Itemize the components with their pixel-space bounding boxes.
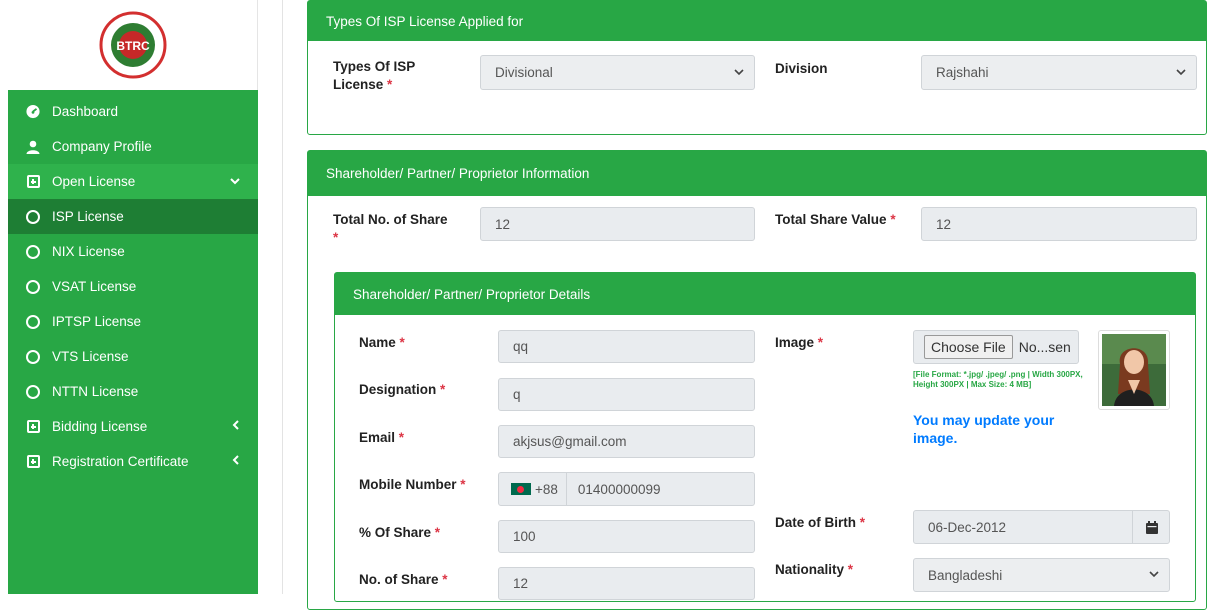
sidebar-item-label: ISP License (52, 209, 124, 224)
circle-icon (26, 384, 40, 399)
card-header: Shareholder/ Partner/ Proprietor Informa… (308, 151, 1206, 196)
sidebar-item-vsat-license[interactable]: VSAT License (8, 269, 258, 304)
sidebar-item-label: VTS License (52, 349, 129, 364)
circle-icon (26, 209, 40, 224)
email-label: Email * (359, 430, 405, 445)
isp-type-label: Types Of ISP License * (333, 59, 416, 92)
plus-square-icon (26, 175, 40, 189)
sidebar-item-open-license[interactable]: Open License (8, 164, 258, 199)
plus-square-icon (26, 455, 40, 469)
sidebar-item-label: Registration Certificate (52, 454, 189, 469)
country-code[interactable]: +88 (535, 482, 558, 497)
country-code-divider (566, 472, 567, 506)
nationality-label: Nationality * (775, 562, 854, 577)
share-percent-label: % Of Share * (359, 525, 441, 540)
chevron-left-icon (232, 420, 240, 433)
sidebar-item-company-profile[interactable]: Company Profile (8, 129, 258, 164)
sidebar-item-label: IPTSP License (52, 314, 142, 329)
update-image-note: You may update your image. (913, 412, 1055, 446)
plus-square-icon (26, 420, 40, 434)
total-share-label: Total No. of Share * (333, 212, 448, 245)
profile-photo-image (1102, 334, 1166, 406)
sidebar-item-label: VSAT License (52, 279, 137, 294)
chevron-down-icon (1149, 569, 1159, 581)
sidebar-item-isp-license[interactable]: ISP License (8, 199, 258, 234)
card-title: Shareholder/ Partner/ Proprietor Details (353, 286, 591, 302)
card-header: Types Of ISP License Applied for (308, 1, 1206, 41)
chevron-left-icon (232, 455, 240, 468)
image-label: Image * (775, 335, 824, 350)
nationality-select[interactable]: Bangladeshi (913, 558, 1170, 592)
circle-icon (26, 244, 40, 259)
sidebar-item-label: Company Profile (52, 139, 152, 154)
no-of-share-input[interactable]: 12 (498, 567, 755, 600)
btrc-logo: BTRC (99, 11, 166, 79)
sidebar-item-nix-license[interactable]: NIX License (8, 234, 258, 269)
total-share-value-input[interactable]: 12 (921, 207, 1197, 241)
bangladesh-flag-icon (511, 483, 531, 495)
profile-photo (1098, 330, 1170, 410)
circle-icon (26, 279, 40, 294)
sidebar-item-label: Bidding License (52, 419, 148, 434)
email-input[interactable]: akjsus@gmail.com (498, 425, 755, 458)
mobile-input[interactable]: +88 01400000099 (498, 472, 755, 506)
mobile-number: 01400000099 (577, 481, 661, 497)
sidebar-item-dashboard[interactable]: Dashboard (8, 94, 258, 129)
sidebar-item-label: Open License (52, 174, 136, 189)
user-icon (26, 140, 40, 154)
dob-label: Date of Birth * (775, 515, 866, 530)
logo-text: BTRC (116, 39, 150, 53)
calendar-icon[interactable] (1132, 510, 1170, 544)
no-of-share-label: No. of Share * (359, 572, 448, 587)
sidebar-item-nttn-license[interactable]: NTTN License (8, 374, 258, 409)
sidebar-item-bidding-license[interactable]: Bidding License (8, 409, 258, 444)
total-share-input[interactable]: 12 (480, 207, 755, 241)
dashboard-icon (26, 104, 40, 119)
mobile-label: Mobile Number * (359, 477, 466, 492)
file-name: No...sen (1018, 339, 1071, 355)
isp-type-select[interactable]: Divisional (480, 55, 755, 90)
card-title: Types Of ISP License Applied for (326, 13, 524, 29)
file-format-hint: [File Format: *.jpg/ .jpeg/ .png | Width… (913, 370, 1083, 389)
designation-label: Designation * (359, 382, 446, 397)
choose-file-button[interactable]: Choose File (924, 335, 1013, 359)
name-label: Name * (359, 335, 405, 350)
sidebar-item-label: NTTN License (52, 384, 139, 399)
content-divider (282, 0, 283, 594)
logo-area: BTRC (8, 0, 258, 90)
circle-icon (26, 349, 40, 364)
sidebar-item-label: NIX License (52, 244, 125, 259)
sidebar-item-iptsp-license[interactable]: IPTSP License (8, 304, 258, 339)
chevron-down-icon (734, 67, 744, 79)
total-share-value-label: Total Share Value * (775, 212, 896, 227)
chevron-down-icon (230, 176, 240, 188)
sidebar: BTRC Dashboard Company Profile Open Lice… (8, 0, 258, 594)
division-select[interactable]: Rajshahi (921, 55, 1197, 90)
circle-icon (26, 314, 40, 329)
share-percent-input[interactable]: 100 (498, 520, 755, 553)
name-input[interactable]: qq (498, 330, 755, 363)
division-label: Division (775, 61, 828, 76)
card-header: Shareholder/ Partner/ Proprietor Details (335, 273, 1195, 315)
sidebar-item-label: Dashboard (52, 104, 119, 119)
chevron-down-icon (1176, 67, 1186, 79)
sidebar-item-vts-license[interactable]: VTS License (8, 339, 258, 374)
image-file-input[interactable]: Choose File No...sen (913, 330, 1079, 364)
sidebar-item-registration-certificate[interactable]: Registration Certificate (8, 444, 258, 479)
card-title: Shareholder/ Partner/ Proprietor Informa… (326, 166, 590, 181)
designation-input[interactable]: q (498, 378, 755, 411)
